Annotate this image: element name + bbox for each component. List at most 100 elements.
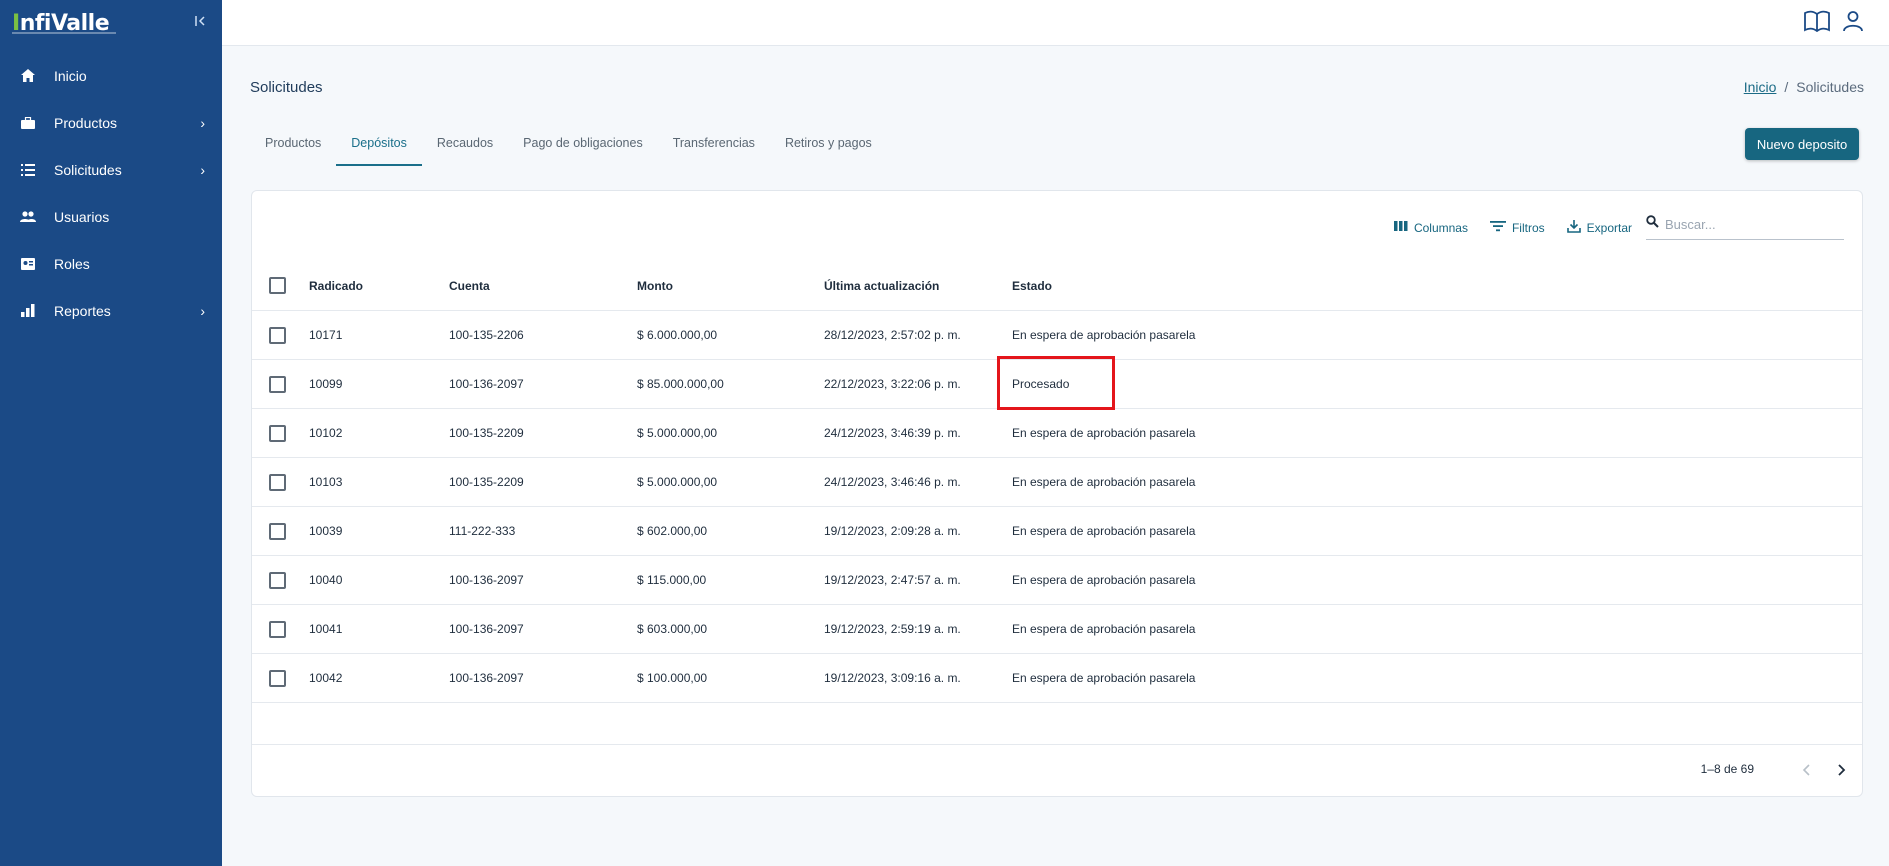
sidebar-item-usuarios[interactable]: Usuarios (0, 193, 222, 240)
tab-depositos[interactable]: Depósitos (336, 130, 422, 166)
top-bar (222, 0, 1889, 46)
export-label: Exportar (1586, 220, 1632, 235)
row-checkbox[interactable] (269, 522, 286, 540)
sidebar-item-reportes[interactable]: Reportes › (0, 287, 222, 334)
row-checkbox[interactable] (269, 375, 286, 393)
breadcrumb: Inicio / Solicitudes (1744, 79, 1864, 95)
sidebar-item-solicitudes[interactable]: Solicitudes › (0, 146, 222, 193)
sidebar: InfiValle Inicio Productos › Solicitudes… (0, 0, 222, 866)
cell-cuenta: 100-136-2097 (449, 573, 524, 587)
cell-monto: $ 5.000.000,00 (637, 475, 718, 489)
cell-monto: $ 6.000.000,00 (637, 328, 718, 342)
columns-icon (1393, 220, 1408, 235)
columns-button[interactable]: Columnas (1393, 220, 1468, 235)
page-title: Solicitudes (250, 79, 323, 96)
cell-estado: En espera de aprobación pasarela (1012, 475, 1196, 489)
search-box (1646, 215, 1844, 240)
cell-monto: $ 115.000,00 (637, 573, 707, 587)
export-button[interactable]: Exportar (1566, 219, 1632, 236)
chevron-right-icon: › (200, 115, 205, 131)
row-checkbox[interactable] (269, 669, 286, 687)
row-checkbox[interactable] (269, 620, 286, 638)
cell-ultima-actualizacion: 19/12/2023, 2:59:19 a. m. (824, 622, 961, 636)
filters-button[interactable]: Filtros (1489, 220, 1545, 235)
table-row[interactable]: 10099 100-136-2097 $ 85.000.000,00 22/12… (252, 360, 1862, 409)
search-icon (1646, 215, 1659, 233)
deposits-table: Radicado Cuenta Monto Última actualizaci… (252, 261, 1862, 703)
cell-radicado: 10042 (309, 671, 343, 685)
table-row[interactable]: 10041 100-136-2097 $ 603.000,00 19/12/20… (252, 605, 1862, 654)
sidebar-nav: Inicio Productos › Solicitudes › Usuario… (0, 52, 222, 334)
search-input[interactable] (1665, 216, 1835, 232)
cell-radicado: 10102 (309, 426, 343, 440)
tabs: Productos Depósitos Recaudos Pago de obl… (250, 130, 887, 166)
cell-monto: $ 5.000.000,00 (637, 426, 718, 440)
cell-cuenta: 100-135-2206 (449, 328, 524, 342)
sidebar-item-label: Roles (54, 255, 90, 272)
cell-monto: $ 100.000,00 (637, 671, 708, 685)
row-checkbox[interactable] (269, 571, 286, 589)
table-row[interactable]: 10171 100-135-2206 $ 6.000.000,00 28/12/… (252, 311, 1862, 360)
table-row[interactable]: 10042 100-136-2097 $ 100.000,00 19/12/20… (252, 654, 1862, 703)
cell-radicado: 10041 (309, 622, 343, 636)
cell-monto: $ 603.000,00 (637, 622, 708, 636)
tab-retiros-y-pagos[interactable]: Retiros y pagos (770, 130, 887, 166)
chevron-right-icon: › (200, 303, 205, 319)
table-row[interactable]: 10040 100-136-2097 $ 115.000,00 19/12/20… (252, 556, 1862, 605)
cell-radicado: 10103 (309, 475, 343, 489)
breadcrumb-separator: / (1784, 79, 1789, 95)
tab-transferencias[interactable]: Transferencias (658, 130, 770, 166)
sidebar-item-productos[interactable]: Productos › (0, 99, 222, 146)
book-icon[interactable] (1804, 10, 1830, 36)
sidebar-item-inicio[interactable]: Inicio (0, 52, 222, 99)
column-header-monto[interactable]: Monto (637, 279, 673, 293)
new-deposit-button[interactable]: Nuevo deposito (1745, 128, 1859, 160)
cell-estado: En espera de aprobación pasarela (1012, 426, 1196, 440)
table-header-row: Radicado Cuenta Monto Última actualizaci… (252, 261, 1862, 311)
sidebar-item-label: Inicio (54, 67, 87, 84)
column-header-radicado[interactable]: Radicado (309, 279, 363, 293)
collapse-sidebar-icon[interactable] (193, 14, 209, 30)
next-page-button[interactable] (1828, 757, 1854, 783)
previous-page-button[interactable] (1794, 757, 1820, 783)
cell-estado: En espera de aprobación pasarela (1012, 671, 1196, 685)
cell-ultima-actualizacion: 24/12/2023, 3:46:46 p. m. (824, 475, 961, 489)
table-row[interactable]: 10102 100-135-2209 $ 5.000.000,00 24/12/… (252, 409, 1862, 458)
sidebar-item-label: Solicitudes (54, 161, 122, 178)
sidebar-item-roles[interactable]: Roles (0, 240, 222, 287)
cell-estado: En espera de aprobación pasarela (1012, 622, 1196, 636)
home-icon (20, 68, 36, 84)
deposits-table-card: Columnas Filtros Exportar Radicado Cuent… (251, 190, 1863, 797)
select-all-checkbox[interactable] (269, 277, 286, 294)
cell-monto: $ 85.000.000,00 (637, 377, 724, 391)
column-header-cuenta[interactable]: Cuenta (449, 279, 490, 293)
download-icon (1566, 219, 1581, 236)
cell-radicado: 10039 (309, 524, 343, 538)
chevron-right-icon (1838, 764, 1846, 776)
row-checkbox[interactable] (269, 326, 286, 344)
tab-productos[interactable]: Productos (250, 130, 336, 166)
users-icon (20, 209, 36, 225)
row-checkbox[interactable] (269, 473, 286, 491)
cell-ultima-actualizacion: 24/12/2023, 3:46:39 p. m. (824, 426, 961, 440)
cell-ultima-actualizacion: 19/12/2023, 2:47:57 a. m. (824, 573, 961, 587)
breadcrumb-home-link[interactable]: Inicio (1744, 79, 1777, 95)
cell-cuenta: 100-136-2097 (449, 377, 524, 391)
column-header-ultima-actualizacion[interactable]: Última actualización (824, 279, 939, 293)
table-row[interactable]: 10039 111-222-333 $ 602.000,00 19/12/202… (252, 507, 1862, 556)
cell-cuenta: 100-135-2209 (449, 475, 524, 489)
filters-label: Filtros (1511, 220, 1545, 235)
cell-ultima-actualizacion: 19/12/2023, 3:09:16 a. m. (824, 671, 961, 685)
cell-ultima-actualizacion: 19/12/2023, 2:09:28 a. m. (824, 524, 961, 538)
table-footer: 1–8 de 69 (252, 744, 1862, 796)
column-header-estado[interactable]: Estado (1012, 279, 1052, 293)
tab-recaudos[interactable]: Recaudos (422, 130, 508, 166)
chevron-right-icon: › (200, 162, 205, 178)
table-row[interactable]: 10103 100-135-2209 $ 5.000.000,00 24/12/… (252, 458, 1862, 507)
tab-pago-de-obligaciones[interactable]: Pago de obligaciones (508, 130, 658, 166)
user-icon[interactable] (1842, 10, 1868, 36)
cell-cuenta: 100-136-2097 (449, 671, 524, 685)
row-checkbox[interactable] (269, 424, 286, 442)
cell-estado: Procesado (1012, 377, 1070, 391)
columns-label: Columnas (1413, 220, 1468, 235)
